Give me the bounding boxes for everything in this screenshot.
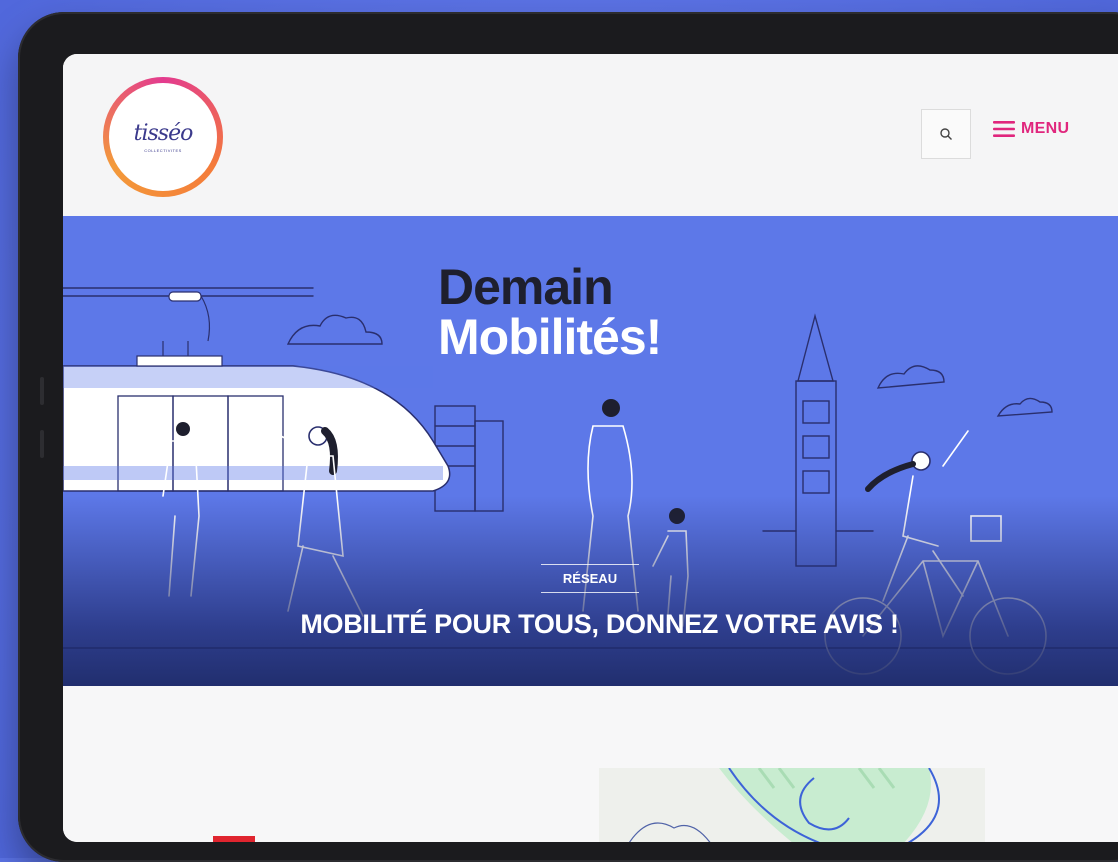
tablet-frame: tisséo COLLECTIVITES MENU: [18, 12, 1118, 862]
hamburger-icon: [993, 120, 1015, 138]
hero-banner[interactable]: Demain Mobilités! RÉSEAU MOBILITÉ POUR T…: [63, 216, 1118, 686]
category-tag[interactable]: RÉSEAU: [541, 564, 639, 593]
logo-text: tisséo: [134, 121, 193, 146]
site-header: tisséo COLLECTIVITES MENU: [63, 54, 1118, 216]
content-section: [63, 686, 1118, 842]
article-thumbnail[interactable]: [599, 768, 985, 842]
red-label-tab: [213, 836, 255, 842]
search-button[interactable]: [921, 109, 971, 159]
hero-title-line1: Demain: [438, 262, 613, 312]
logo-subtext: COLLECTIVITES: [144, 148, 182, 153]
tisseo-logo[interactable]: tisséo COLLECTIVITES: [103, 77, 223, 197]
side-button: [40, 430, 44, 458]
hero-headline[interactable]: MOBILITÉ POUR TOUS, DONNEZ VOTRE AVIS !: [63, 609, 1118, 640]
menu-button[interactable]: MENU: [993, 120, 1069, 138]
side-button: [40, 377, 44, 405]
tablet-screen: tisséo COLLECTIVITES MENU: [63, 54, 1118, 842]
menu-label: MENU: [1021, 120, 1069, 138]
hero-title-line2: Mobilités!: [438, 312, 661, 362]
logo-inner: tisséo COLLECTIVITES: [109, 83, 217, 191]
search-icon: [939, 127, 953, 141]
map-thumbnail-image: [599, 768, 985, 842]
